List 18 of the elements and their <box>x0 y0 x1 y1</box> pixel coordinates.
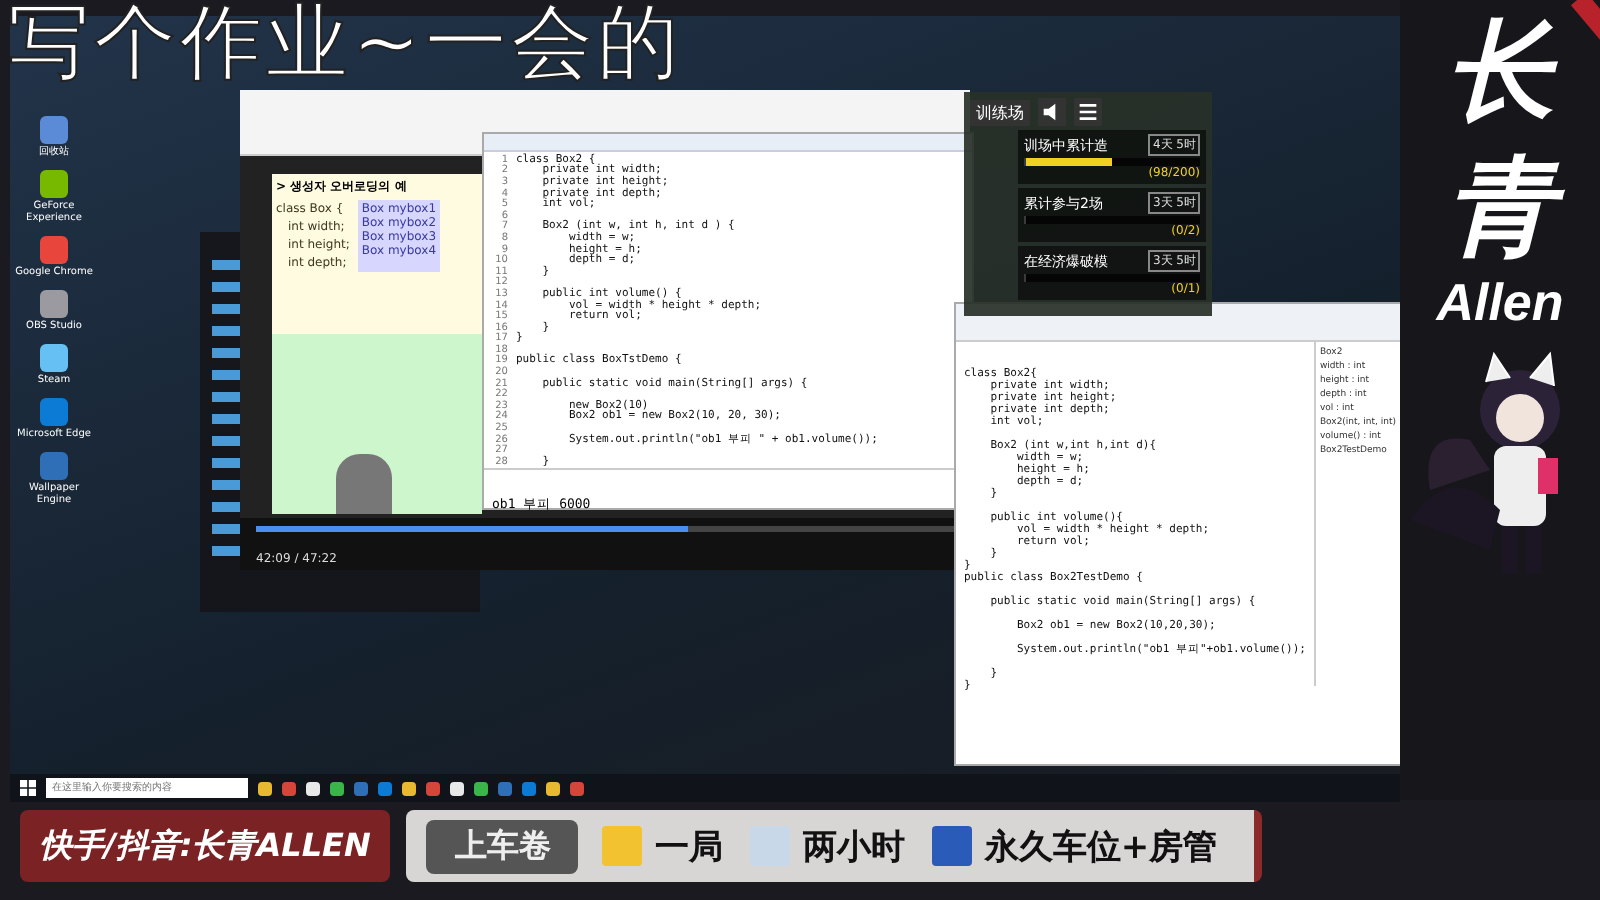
reward-label: 永久车位+房管 <box>984 825 1218 869</box>
reward-icon <box>932 826 973 866</box>
reward-label: 一局 <box>654 825 723 869</box>
reward-label: 两小时 <box>802 825 905 869</box>
ticket-label: 上车卷 <box>426 819 579 873</box>
streamer-name: 青 <box>1430 144 1570 272</box>
overlay-title: 写个作业~一会的 <box>8 0 683 92</box>
platform-banner: 快手/抖音:长青ALLEN <box>20 810 391 882</box>
windows-icon[interactable] <box>20 780 36 796</box>
streamer-name: 长 <box>1444 8 1560 136</box>
tab[interactable]: 训练场 <box>970 99 1030 125</box>
streamer-name: Allen <box>1436 272 1564 334</box>
app-icon[interactable] <box>40 344 68 372</box>
reward-icon <box>602 826 643 866</box>
speaker-icon[interactable] <box>1038 98 1066 126</box>
seek-track[interactable] <box>256 526 954 532</box>
menu-icon[interactable] <box>1074 98 1102 126</box>
webcam-placeholder <box>336 454 392 514</box>
